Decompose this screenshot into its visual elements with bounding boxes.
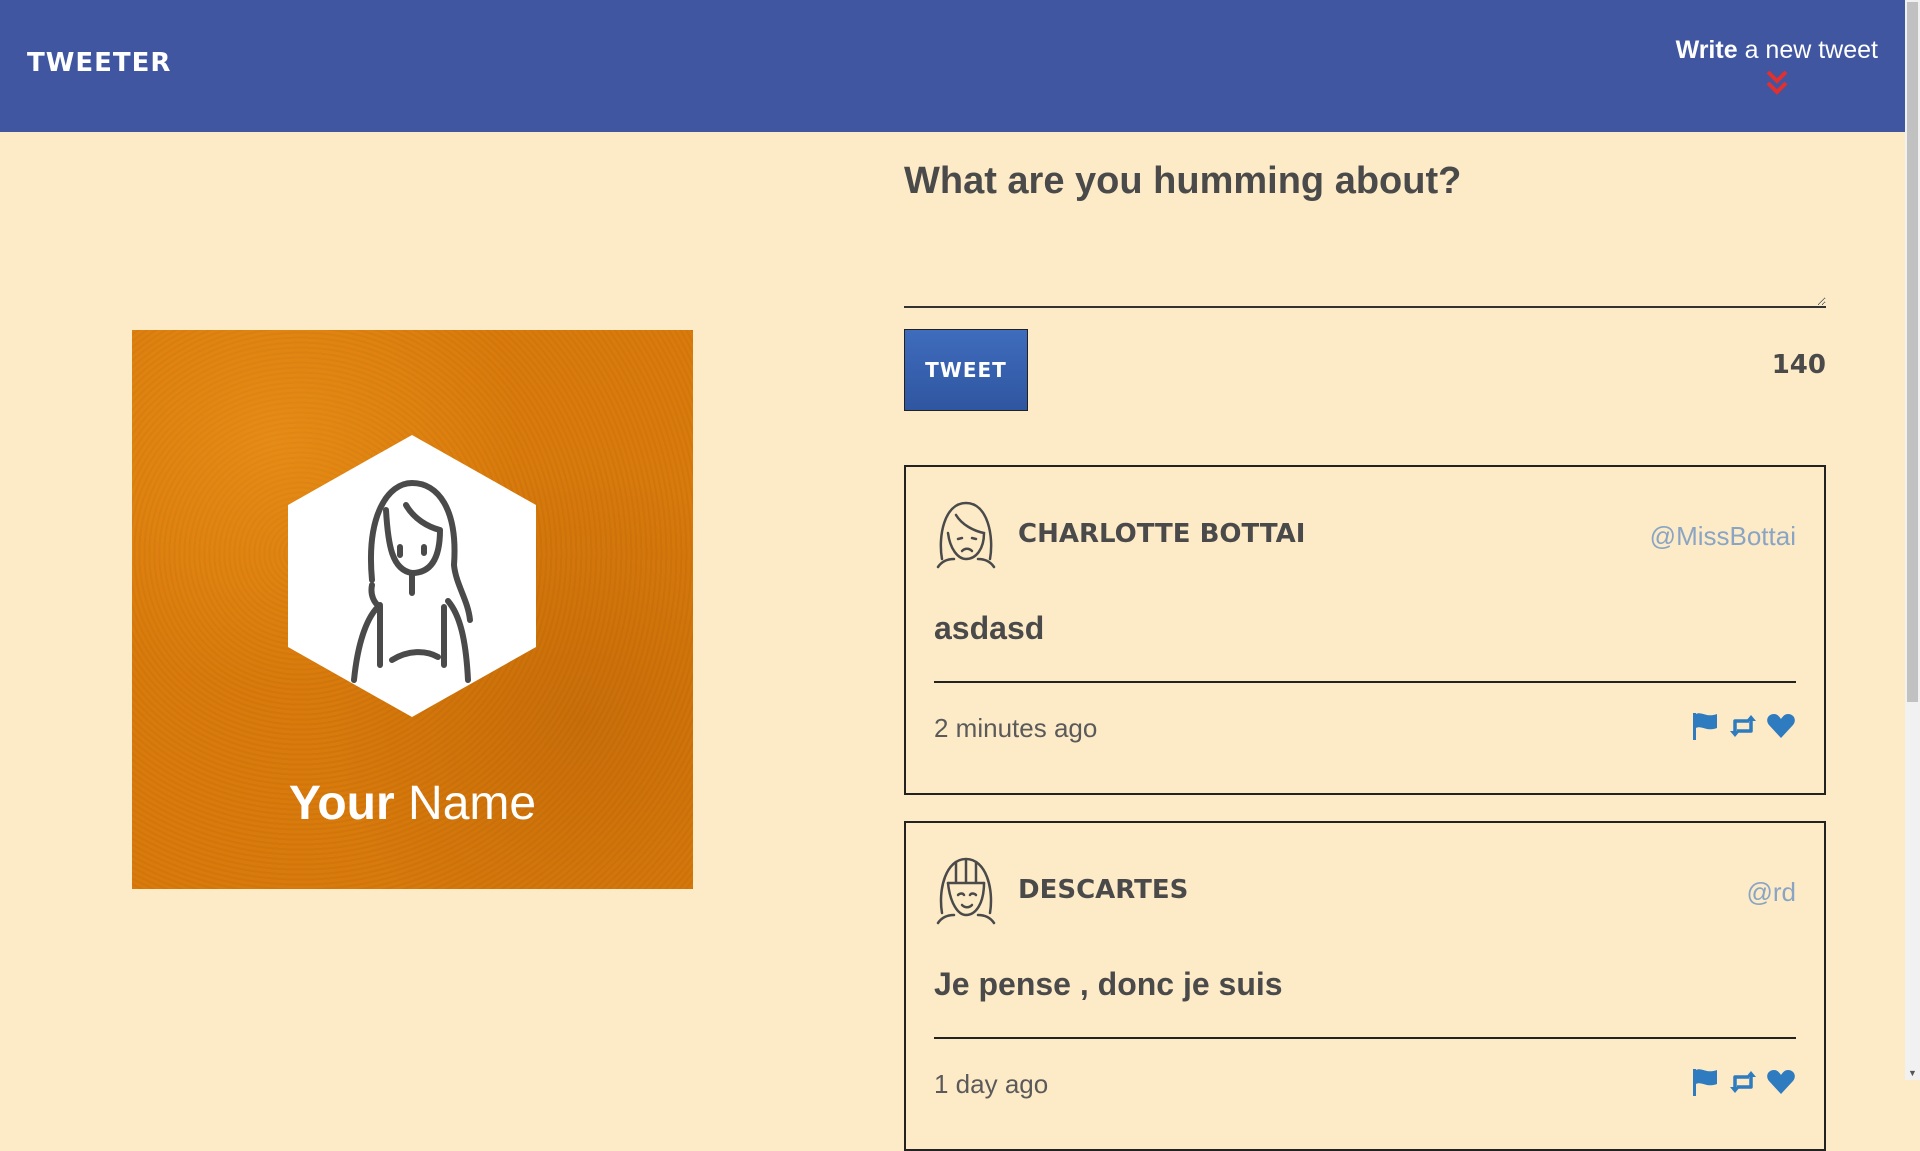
- profile-first-name: Your: [288, 777, 395, 830]
- brand-logo[interactable]: TWEETER: [27, 48, 171, 78]
- tweet-author-handle[interactable]: @rd: [1746, 877, 1796, 908]
- scrollbar[interactable]: ▼: [1905, 0, 1920, 1080]
- new-tweet-form: What are you humming about? Tweet 140: [904, 160, 1826, 411]
- tweet-author-handle[interactable]: @MissBottai: [1650, 521, 1796, 552]
- retweet-icon[interactable]: [1728, 711, 1758, 741]
- scrollbar-thumb[interactable]: [1907, 2, 1918, 702]
- heart-icon[interactable]: [1766, 1067, 1796, 1097]
- navbar: TWEETER Write a new tweet: [0, 0, 1905, 132]
- compose-toggle-rest: a new tweet: [1744, 36, 1878, 64]
- profile-name: Your Name: [132, 776, 693, 831]
- new-tweet-heading: What are you humming about?: [904, 160, 1462, 202]
- tweet-timestamp: 2 minutes ago: [934, 713, 1098, 743]
- profile-last-name: Name: [408, 777, 537, 830]
- heart-icon[interactable]: [1766, 711, 1796, 741]
- tweet-card: Descartes @rd Je pense , donc je suis 1 …: [904, 821, 1826, 1151]
- compose-toggle[interactable]: Write a new tweet: [1676, 36, 1878, 97]
- tweet-content: asdasd: [934, 610, 1045, 646]
- tweet-actions: [1690, 711, 1796, 741]
- user-avatar-icon: [936, 501, 996, 569]
- flag-icon[interactable]: [1690, 711, 1720, 741]
- tweet-author-name: Descartes: [1018, 875, 1189, 905]
- tweet-button[interactable]: Tweet: [904, 329, 1028, 411]
- compose-toggle-strong: Write: [1675, 36, 1738, 64]
- tweet-card: Charlotte Bottai @MissBottai asdasd 2 mi…: [904, 465, 1826, 795]
- profile-card: Your Name: [132, 330, 693, 889]
- tweet-content: Je pense , donc je suis: [934, 966, 1283, 1002]
- user-avatar-icon: [936, 857, 996, 925]
- tweet-actions: [1690, 1067, 1796, 1097]
- double-chevron-down-icon: [1766, 70, 1788, 95]
- tweet-divider: [934, 1037, 1796, 1039]
- profile-avatar: [288, 435, 536, 717]
- flag-icon[interactable]: [1690, 1067, 1720, 1097]
- tweet-author-name: Charlotte Bottai: [1018, 519, 1306, 549]
- tweet-textarea[interactable]: [904, 238, 1826, 308]
- tweet-divider: [934, 681, 1796, 683]
- retweet-icon[interactable]: [1728, 1067, 1758, 1097]
- char-counter: 140: [1771, 350, 1826, 380]
- tweet-timestamp: 1 day ago: [934, 1069, 1049, 1099]
- scroll-down-arrow-icon[interactable]: ▼: [1905, 1066, 1920, 1080]
